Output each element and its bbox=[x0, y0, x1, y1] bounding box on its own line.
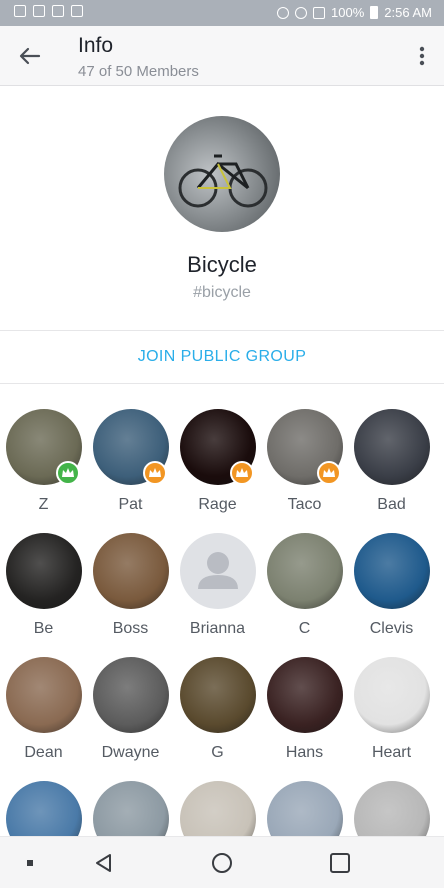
battery-icon bbox=[370, 6, 379, 19]
status-notification-icons bbox=[14, 5, 83, 17]
member-name: G bbox=[211, 744, 224, 761]
member-avatar bbox=[6, 533, 82, 609]
triangle-back-icon bbox=[96, 854, 111, 872]
member-name: Bad bbox=[377, 496, 406, 513]
image-icon bbox=[14, 5, 26, 17]
member-name: Pat bbox=[118, 496, 143, 513]
member-item[interactable] bbox=[261, 772, 348, 836]
crown-icon bbox=[323, 468, 335, 477]
member-item[interactable]: Pat bbox=[87, 400, 174, 524]
member-count: 47 of 50 Members bbox=[78, 63, 199, 80]
member-name: Dean bbox=[24, 744, 63, 761]
member-name: Boss bbox=[112, 620, 149, 637]
dot-icon bbox=[27, 860, 33, 866]
crown-icon bbox=[236, 468, 248, 477]
member-avatar bbox=[180, 781, 256, 836]
status-bar: 100% 2:56 AM bbox=[0, 0, 444, 26]
more-vertical-icon bbox=[419, 46, 425, 66]
member-item[interactable]: C bbox=[261, 524, 348, 648]
member-name: Clevis bbox=[369, 620, 414, 637]
member-avatar bbox=[267, 657, 343, 733]
member-avatar bbox=[354, 781, 430, 836]
usb-icon bbox=[52, 5, 64, 17]
member-name: Hans bbox=[285, 744, 324, 761]
member-item[interactable]: Clevis bbox=[348, 524, 435, 648]
nav-back-button[interactable] bbox=[92, 851, 116, 875]
members-grid: Z Pat Rage Taco Bad Be Boss Brianna C Clevis Dean D… bbox=[0, 400, 444, 836]
member-name: Heart bbox=[371, 744, 412, 761]
member-avatar bbox=[180, 657, 256, 733]
wifi-icon bbox=[295, 6, 308, 19]
nav-dot-button[interactable] bbox=[18, 851, 42, 875]
group-tag: #bicycle bbox=[193, 284, 251, 301]
crown-icon bbox=[62, 468, 74, 477]
circle-home-icon bbox=[212, 853, 232, 873]
member-name: Be bbox=[33, 620, 54, 637]
member-item[interactable]: Boss bbox=[87, 524, 174, 648]
member-avatar bbox=[93, 657, 169, 733]
member-item[interactable]: Heart bbox=[348, 648, 435, 772]
signal-icon bbox=[313, 6, 326, 19]
square-recents-icon bbox=[330, 853, 350, 873]
member-avatar bbox=[180, 533, 256, 609]
system-nav-bar bbox=[0, 836, 444, 888]
overflow-menu-button[interactable] bbox=[414, 44, 430, 68]
member-name: Taco bbox=[287, 496, 322, 513]
page-title: Info bbox=[78, 34, 114, 57]
member-avatar bbox=[354, 533, 430, 609]
member-name: C bbox=[298, 620, 311, 637]
member-item[interactable]: Bad bbox=[348, 400, 435, 524]
arrow-left-icon bbox=[19, 47, 41, 65]
admin-crown-badge bbox=[317, 461, 341, 485]
admin-crown-badge bbox=[56, 461, 80, 485]
nav-recents-button[interactable] bbox=[328, 851, 352, 875]
back-button[interactable] bbox=[16, 42, 44, 70]
member-avatar bbox=[6, 657, 82, 733]
calendar-icon bbox=[33, 5, 45, 17]
app-bar: Info 47 of 50 Members bbox=[0, 26, 444, 86]
member-item[interactable]: Hans bbox=[261, 648, 348, 772]
member-item[interactable] bbox=[348, 772, 435, 836]
member-item[interactable]: G bbox=[174, 648, 261, 772]
bicycle-photo-icon bbox=[178, 154, 268, 208]
divider bbox=[0, 383, 444, 384]
group-avatar[interactable] bbox=[164, 116, 280, 232]
member-avatar bbox=[354, 657, 430, 733]
member-item[interactable] bbox=[87, 772, 174, 836]
member-name: Z bbox=[38, 496, 49, 513]
member-item[interactable]: Z bbox=[0, 400, 87, 524]
android-icon bbox=[71, 5, 83, 17]
join-group-button[interactable]: JOIN PUBLIC GROUP bbox=[0, 331, 444, 383]
person-placeholder-icon bbox=[198, 552, 238, 589]
group-name: Bicycle bbox=[187, 252, 257, 277]
member-item[interactable]: Dwayne bbox=[87, 648, 174, 772]
member-item[interactable]: Taco bbox=[261, 400, 348, 524]
member-item[interactable]: Dean bbox=[0, 648, 87, 772]
nav-home-button[interactable] bbox=[210, 851, 234, 875]
member-name: Brianna bbox=[189, 620, 246, 637]
status-system-icons: 100% 2:56 AM bbox=[277, 5, 432, 20]
crown-icon bbox=[149, 468, 161, 477]
member-name: Dwayne bbox=[101, 744, 160, 761]
alarm-icon bbox=[277, 6, 290, 19]
battery-percent: 100% bbox=[331, 5, 365, 20]
admin-crown-badge bbox=[143, 461, 167, 485]
member-item[interactable]: Brianna bbox=[174, 524, 261, 648]
member-avatar bbox=[267, 533, 343, 609]
member-item[interactable]: Rage bbox=[174, 400, 261, 524]
member-avatar bbox=[354, 409, 430, 485]
member-item[interactable] bbox=[174, 772, 261, 836]
member-avatar bbox=[267, 781, 343, 836]
member-name: Rage bbox=[198, 496, 237, 513]
member-item[interactable] bbox=[0, 772, 87, 836]
member-avatar bbox=[6, 781, 82, 836]
member-item[interactable]: Be bbox=[0, 524, 87, 648]
clock: 2:56 AM bbox=[384, 5, 432, 20]
member-avatar bbox=[93, 533, 169, 609]
member-avatar bbox=[93, 781, 169, 836]
admin-crown-badge bbox=[230, 461, 254, 485]
